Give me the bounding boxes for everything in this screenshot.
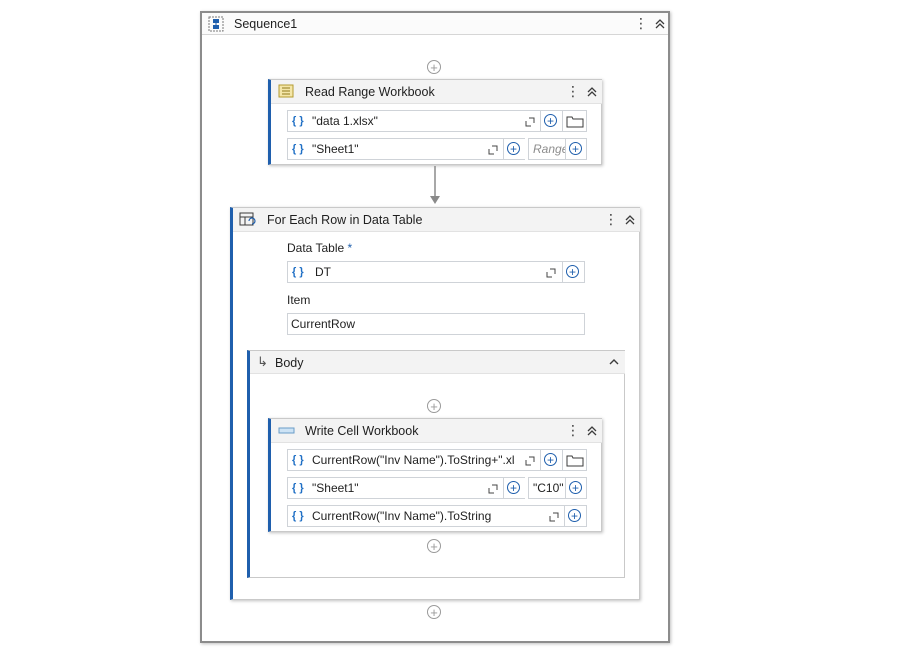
plus-menu-button[interactable]: + bbox=[540, 111, 562, 131]
sequence-menu-icon[interactable]: ⋮ bbox=[634, 16, 648, 30]
expression-brace-icon: { } bbox=[292, 510, 304, 522]
plus-menu-button[interactable]: + bbox=[564, 506, 586, 526]
plus-menu-button[interactable]: + bbox=[503, 139, 525, 159]
sheet-name-field[interactable]: { } "Sheet1" + bbox=[287, 138, 525, 160]
add-activity-icon[interactable]: + bbox=[427, 60, 441, 74]
expand-editor-icon[interactable] bbox=[488, 484, 498, 494]
data-table-field[interactable]: { } DT + bbox=[287, 261, 585, 283]
sequence-title: Sequence1 bbox=[234, 17, 298, 31]
sequence-collapse-icon[interactable] bbox=[654, 18, 666, 30]
plus-icon: + bbox=[568, 509, 581, 522]
plus-icon: + bbox=[566, 265, 579, 278]
excel-write-icon bbox=[278, 427, 295, 434]
body-header[interactable]: ↳ Body bbox=[250, 351, 625, 374]
read-range-menu-icon[interactable]: ⋮ bbox=[566, 84, 580, 98]
plus-menu-button[interactable]: + bbox=[503, 478, 525, 498]
item-field[interactable]: CurrentRow bbox=[287, 313, 585, 335]
expression-brace-icon: { } bbox=[292, 143, 304, 155]
sequence-header: Sequence1 ⋮ bbox=[202, 13, 668, 35]
write-cell-title: Write Cell Workbook bbox=[305, 424, 419, 438]
plus-icon: + bbox=[544, 114, 557, 127]
write-cell-activity[interactable]: Write Cell Workbook ⋮ { } CurrentRow("In… bbox=[268, 418, 602, 532]
expression-brace-icon: { } bbox=[292, 115, 304, 127]
plus-menu-button[interactable]: + bbox=[565, 139, 586, 159]
for-each-collapse-icon[interactable] bbox=[624, 214, 636, 226]
write-workbook-path-field[interactable]: { } CurrentRow("Inv Name").ToString+".xl… bbox=[287, 449, 587, 471]
folder-icon bbox=[566, 116, 584, 128]
expression-brace-icon: { } bbox=[292, 454, 304, 466]
plus-icon: + bbox=[569, 481, 582, 494]
cell-value[interactable]: "C10" bbox=[533, 481, 565, 495]
workbook-path-field[interactable]: { } "data 1.xlsx" + bbox=[287, 110, 587, 132]
body-title: Body bbox=[275, 356, 304, 370]
body-collapse-icon[interactable] bbox=[608, 357, 620, 367]
for-each-header: For Each Row in Data Table ⋮ bbox=[233, 208, 640, 232]
read-range-collapse-icon[interactable] bbox=[586, 86, 598, 98]
browse-file-button[interactable] bbox=[562, 450, 586, 470]
plus-menu-button[interactable]: + bbox=[562, 262, 584, 282]
plus-icon: + bbox=[569, 142, 582, 155]
write-cell-collapse-icon[interactable] bbox=[586, 425, 598, 437]
plus-menu-button[interactable]: + bbox=[540, 450, 562, 470]
plus-icon: + bbox=[544, 453, 557, 466]
for-each-title: For Each Row in Data Table bbox=[267, 213, 423, 227]
write-cell-menu-icon[interactable]: ⋮ bbox=[566, 423, 580, 437]
range-placeholder[interactable]: Range bbox=[533, 142, 565, 156]
add-activity-icon[interactable]: + bbox=[427, 539, 441, 553]
write-sheet-name-value[interactable]: "Sheet1" bbox=[312, 481, 472, 495]
read-range-title: Read Range Workbook bbox=[305, 85, 435, 99]
expand-editor-icon[interactable] bbox=[488, 145, 498, 155]
plus-icon: + bbox=[507, 481, 520, 494]
expression-brace-icon: { } bbox=[292, 482, 304, 494]
read-range-header: Read Range Workbook ⋮ bbox=[271, 80, 602, 104]
body-arrow-icon: ↳ bbox=[257, 354, 268, 369]
data-table-label: Data Table * bbox=[287, 241, 353, 255]
expand-editor-icon[interactable] bbox=[549, 512, 559, 522]
workbook-path-value[interactable]: "data 1.xlsx" bbox=[312, 114, 512, 128]
for-each-menu-icon[interactable]: ⋮ bbox=[604, 212, 618, 226]
add-activity-icon[interactable]: + bbox=[427, 399, 441, 413]
item-value[interactable]: CurrentRow bbox=[291, 317, 571, 331]
required-marker: * bbox=[347, 241, 353, 255]
read-range-activity[interactable]: Read Range Workbook ⋮ { } "data 1.xlsx" … bbox=[268, 79, 602, 165]
range-field[interactable]: Range + bbox=[528, 138, 587, 160]
write-value-value[interactable]: CurrentRow("Inv Name").ToString bbox=[312, 509, 542, 523]
add-activity-icon[interactable]: + bbox=[427, 605, 441, 619]
write-sheet-name-field[interactable]: { } "Sheet1" + bbox=[287, 477, 525, 499]
write-value-field[interactable]: { } CurrentRow("Inv Name").ToString + bbox=[287, 505, 587, 527]
item-label: Item bbox=[287, 293, 311, 307]
sheet-name-value[interactable]: "Sheet1" bbox=[312, 142, 472, 156]
expand-editor-icon[interactable] bbox=[525, 117, 535, 127]
cell-field[interactable]: "C10" + bbox=[528, 477, 587, 499]
data-table-value[interactable]: DT bbox=[315, 265, 515, 279]
browse-file-button[interactable] bbox=[562, 111, 586, 131]
expand-editor-icon[interactable] bbox=[546, 268, 556, 278]
expand-editor-icon[interactable] bbox=[525, 456, 535, 466]
flow-arrow bbox=[430, 166, 440, 204]
write-cell-header: Write Cell Workbook ⋮ bbox=[271, 419, 602, 443]
sequence-icon bbox=[208, 16, 224, 32]
expression-brace-icon: { } bbox=[292, 266, 304, 278]
plus-menu-button[interactable]: + bbox=[565, 478, 586, 498]
for-each-row-icon bbox=[239, 212, 256, 226]
excel-read-icon bbox=[278, 84, 294, 98]
plus-icon: + bbox=[507, 142, 520, 155]
folder-icon bbox=[566, 455, 584, 467]
write-workbook-path-value[interactable]: CurrentRow("Inv Name").ToString+".xls bbox=[312, 453, 515, 467]
